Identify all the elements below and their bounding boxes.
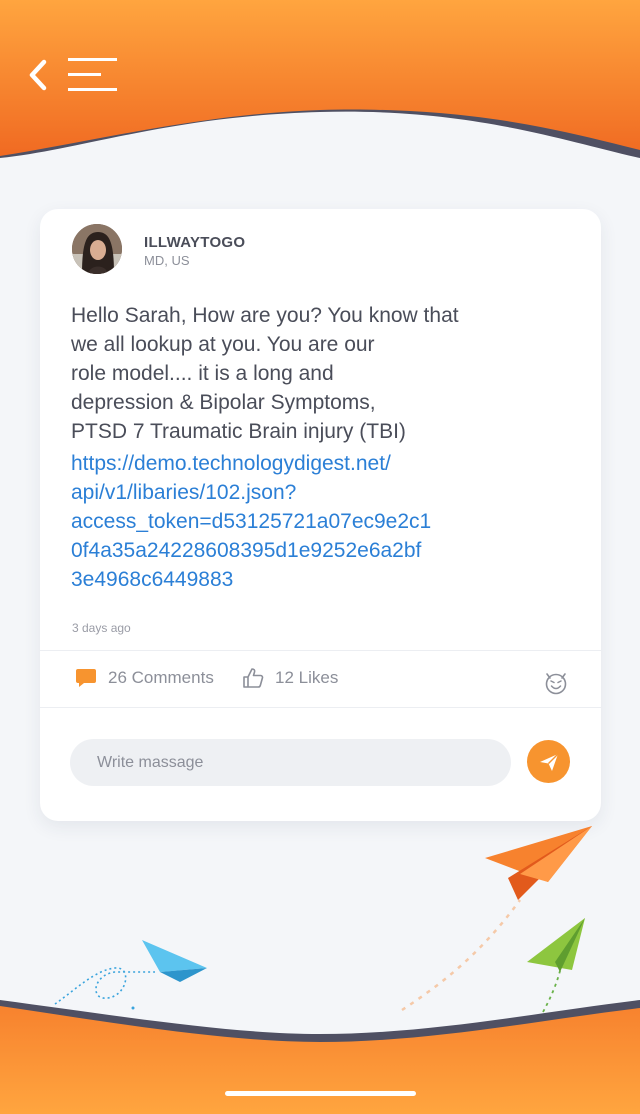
header [0,0,640,160]
home-indicator[interactable] [225,1091,416,1096]
comments-count: 26 Comments [108,668,214,687]
author-username[interactable]: ILLWAYTOGO [144,234,245,251]
post-link-line: https://demo.technologydigest.net/ [71,452,391,475]
message-input[interactable] [70,739,511,786]
blue-plane-trail [54,967,155,1005]
send-button[interactable] [527,740,570,783]
avatar-image [72,224,122,274]
post-text-line: Hello Sarah, How are you? You know that [71,304,459,327]
green-paper-plane-icon [527,918,585,972]
divider [40,707,601,708]
avatar[interactable] [72,224,122,274]
back-button[interactable] [22,56,56,94]
bottom-decoration [0,826,640,1114]
likes-count: 12 Likes [275,668,339,687]
orange-paper-plane-icon [485,826,592,900]
menu-icon [68,58,117,91]
divider [40,650,601,651]
comments-button[interactable]: 26 Comments [75,665,214,691]
post-text-line: we all lookup at you. You are our [71,333,375,356]
thumbs-up-icon [243,668,264,688]
post-text-line: PTSD 7 Traumatic Brain injury (TBI) [71,420,406,443]
post-text-line: depression & Bipolar Symptoms, [71,391,376,414]
menu-button[interactable] [66,56,120,94]
orange-plane-trail [401,899,522,1012]
post-link-line: 3e4968c6449883 [71,568,234,591]
post-text-line: role model.... it is a long and [71,362,334,385]
author-location: MD, US [144,253,190,268]
footer-wave [0,1006,640,1114]
post-timestamp: 3 days ago [72,621,131,635]
emoji-button[interactable] [542,668,570,696]
post-link-line: access_token=d53125721a07ec9e2c1 [71,510,432,533]
send-icon [539,753,558,771]
like-button[interactable]: 12 Likes [242,665,338,691]
blue-paper-plane-icon [142,940,207,982]
post-text: Hello Sarah, How are you? You know that … [71,301,541,446]
devil-emoji-icon [545,673,567,695]
post-link-line: 0f4a35a24228608395d1e9252e6a2bf [71,539,422,562]
chevron-left-icon [29,59,47,91]
post-link[interactable]: https://demo.technologydigest.net/ api/v… [71,449,511,594]
post-card: ILLWAYTOGO MD, US Hello Sarah, How are y… [40,209,601,821]
comment-icon [76,669,96,687]
post-link-line: api/v1/libaries/102.json? [71,481,297,504]
